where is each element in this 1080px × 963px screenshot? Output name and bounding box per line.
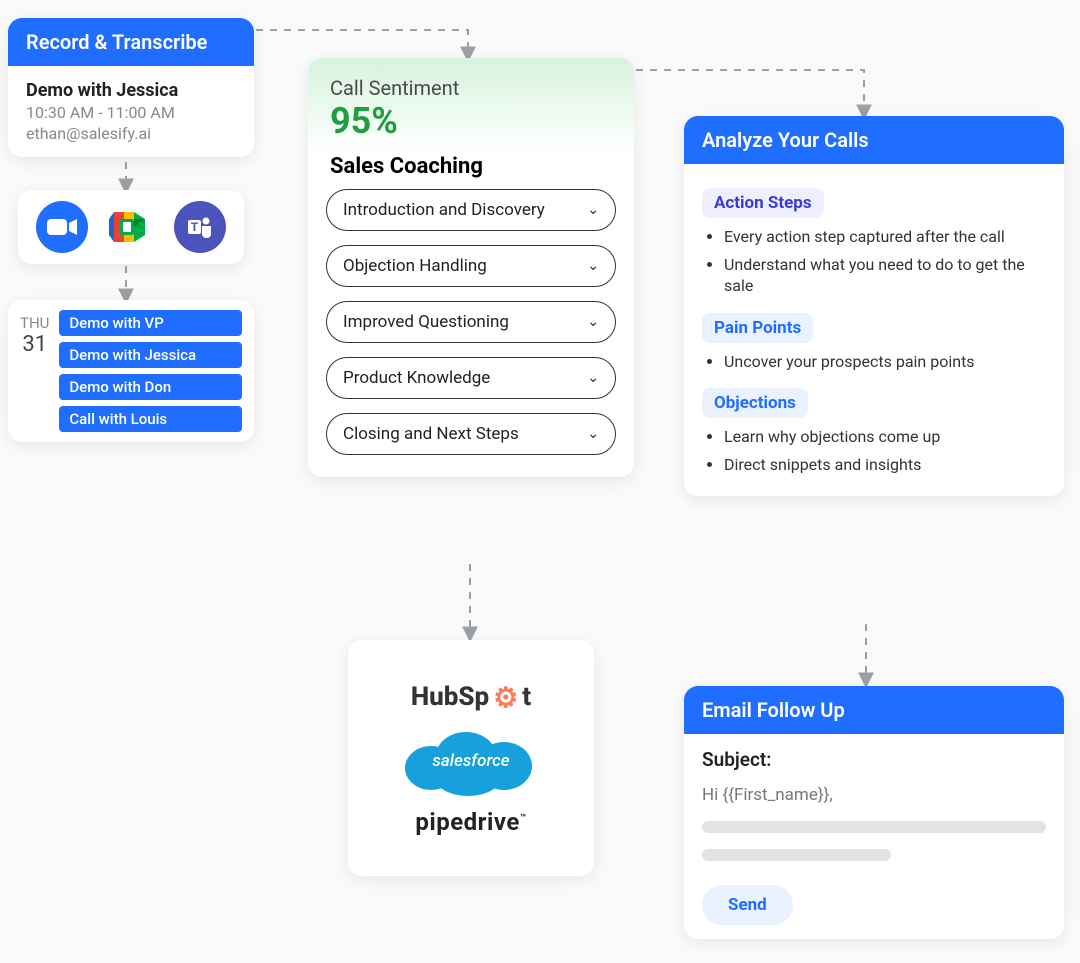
analyze-card: Analyze Your Calls Action Steps Every ac… [684, 116, 1064, 496]
send-button[interactable]: Send [702, 885, 793, 925]
analyze-header: Analyze Your Calls [684, 116, 1064, 164]
list-item: Understand what you need to do to get th… [724, 254, 1046, 297]
objections-list: Learn why objections come up Direct snip… [702, 426, 1046, 475]
zoom-icon [36, 201, 88, 253]
meeting-time: 10:30 AM - 11:00 AM [26, 103, 236, 122]
chevron-down-icon: ⌄ [587, 314, 599, 330]
chevron-down-icon: ⌄ [587, 202, 599, 218]
calendar-day-number: 31 [20, 332, 49, 357]
email-body-placeholder [702, 849, 891, 861]
list-item: Uncover your prospects pain points [724, 351, 1046, 373]
calendar-event[interactable]: Demo with Jessica [59, 342, 242, 368]
coaching-item[interactable]: Closing and Next Steps⌄ [326, 413, 616, 455]
email-body-placeholder [702, 821, 1046, 833]
meeting-email: ethan@salesify.ai [26, 124, 236, 143]
email-card: Email Follow Up Subject: Hi {{First_name… [684, 686, 1064, 939]
coaching-title: Sales Coaching [308, 152, 634, 189]
calendar-events: Demo with VP Demo with Jessica Demo with… [59, 310, 242, 432]
meeting-platforms-card: T [18, 190, 244, 264]
svg-text:T: T [190, 220, 198, 234]
section-pain-points: Pain Points [702, 313, 813, 343]
record-transcribe-card: Record & Transcribe Demo with Jessica 10… [8, 18, 254, 157]
salesforce-logo: salesforce [396, 726, 546, 796]
integrations-card: HubSp⚙t salesforce pipedrive™ [348, 640, 594, 876]
calendar-event[interactable]: Demo with VP [59, 310, 242, 336]
coaching-item[interactable]: Improved Questioning⌄ [326, 301, 616, 343]
calendar-event[interactable]: Call with Louis [59, 406, 242, 432]
email-greeting: Hi {{First_name}}, [702, 785, 1046, 805]
coaching-item[interactable]: Product Knowledge⌄ [326, 357, 616, 399]
pipedrive-logo: pipedrive™ [415, 808, 526, 836]
coaching-item[interactable]: Introduction and Discovery⌄ [326, 189, 616, 231]
coaching-item[interactable]: Objection Handling⌄ [326, 245, 616, 287]
list-item: Every action step captured after the cal… [724, 226, 1046, 248]
section-objections: Objections [702, 388, 808, 418]
meeting-title: Demo with Jessica [26, 80, 236, 101]
chevron-down-icon: ⌄ [587, 258, 599, 274]
calendar-day-label: THU [20, 314, 49, 332]
email-subject-label: Subject: [702, 748, 1046, 771]
list-item: Direct snippets and insights [724, 454, 1046, 476]
action-steps-list: Every action step captured after the cal… [702, 226, 1046, 297]
ms-teams-icon: T [174, 201, 226, 253]
sentiment-value: 95% [330, 100, 612, 142]
chevron-down-icon: ⌄ [587, 370, 599, 386]
sprocket-icon: ⚙ [493, 681, 518, 714]
pain-points-list: Uncover your prospects pain points [702, 351, 1046, 373]
chevron-down-icon: ⌄ [587, 426, 599, 442]
sentiment-label: Call Sentiment [330, 76, 612, 100]
coaching-card: Call Sentiment 95% Sales Coaching Introd… [308, 58, 634, 477]
calendar-day: THU 31 [20, 310, 49, 432]
calendar-card: THU 31 Demo with VP Demo with Jessica De… [8, 300, 254, 442]
email-header: Email Follow Up [684, 686, 1064, 734]
section-action-steps: Action Steps [702, 188, 824, 218]
record-header: Record & Transcribe [8, 18, 254, 66]
google-meet-icon [105, 201, 157, 253]
calendar-event[interactable]: Demo with Don [59, 374, 242, 400]
hubspot-logo: HubSp⚙t [411, 681, 531, 714]
list-item: Learn why objections come up [724, 426, 1046, 448]
